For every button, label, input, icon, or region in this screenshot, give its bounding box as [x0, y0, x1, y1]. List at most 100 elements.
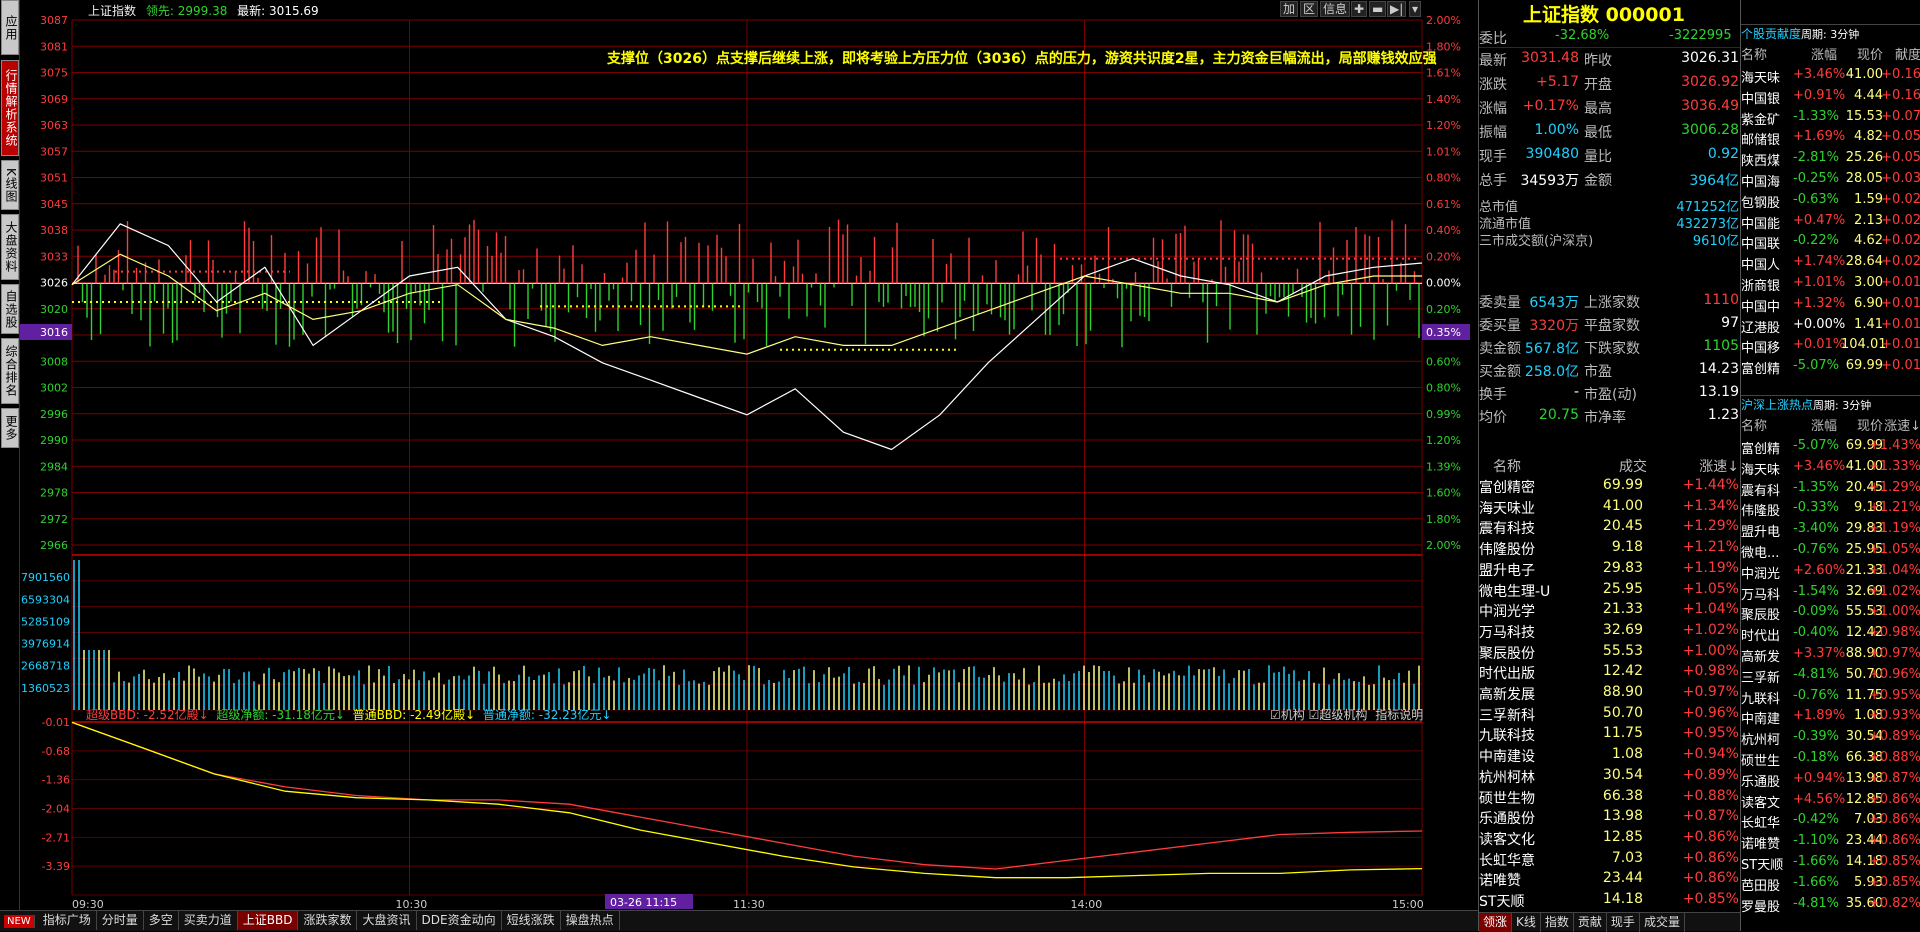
stock-row[interactable]: 读客文化 12.85 +0.86%: [1479, 829, 1741, 849]
table-row[interactable]: 中国能 +0.47% 2.13 +0.02: [1741, 213, 1920, 234]
stock-row[interactable]: 硕世生物 66.38 +0.88%: [1479, 788, 1741, 808]
left-tab-2[interactable]: K线图: [1, 160, 19, 210]
table-row[interactable]: 硕世生 -0.18% 66.38 +0.88%: [1741, 750, 1920, 771]
stock-row[interactable]: 九联科技 11.75 +0.95%: [1479, 725, 1741, 745]
stock-row[interactable]: 微电生理-U 25.95 +1.05%: [1479, 581, 1741, 601]
table-row[interactable]: 富创精 -5.07% 69.99 +1.43%: [1741, 438, 1920, 459]
table-row[interactable]: 中国人 +1.74% 28.64 +0.02: [1741, 254, 1920, 275]
bottom-tab-4[interactable]: 上证BBD: [237, 911, 299, 930]
stock-row[interactable]: 中润光学 21.33 +1.04%: [1479, 601, 1741, 621]
table-row[interactable]: 中国银 +0.91% 4.44 +0.16: [1741, 88, 1920, 109]
table-row[interactable]: 时代出 -0.40% 12.42 +0.98%: [1741, 625, 1920, 646]
bottom-tab-1[interactable]: 分时量: [97, 911, 144, 930]
left-tab-6[interactable]: 更多: [1, 408, 19, 448]
table-row[interactable]: 中国海 -0.25% 28.05 +0.03: [1741, 171, 1920, 192]
stock-row[interactable]: 盟升电子 29.83 +1.19%: [1479, 560, 1741, 580]
bottom-tab-2[interactable]: 多空: [144, 911, 179, 930]
left-tab-1[interactable]: 行情解析系统: [1, 60, 19, 156]
zoom-out-icon[interactable]: ▬: [1369, 1, 1387, 17]
bottom-tab-8[interactable]: 短线涨跌: [502, 911, 561, 930]
table-row[interactable]: 杭州柯 -0.39% 30.54 +0.89%: [1741, 729, 1920, 750]
table-row[interactable]: 读客文 +4.56% 12.85 +0.86%: [1741, 792, 1920, 813]
table-row[interactable]: 中润光 +2.60% 21.33 +1.04%: [1741, 563, 1920, 584]
info-button[interactable]: 信息: [1320, 1, 1351, 17]
next-icon[interactable]: ▶|: [1387, 1, 1407, 17]
left-tab-3[interactable]: 大盘资料: [1, 214, 19, 280]
table-row[interactable]: 中国中 +1.32% 6.90 +0.01: [1741, 296, 1920, 317]
table-row[interactable]: 乐通股 +0.94% 13.98 +0.87%: [1741, 771, 1920, 792]
add-button[interactable]: 加: [1280, 1, 1299, 17]
table-row[interactable]: ST天顺 -1.66% 14.18 +0.85%: [1741, 854, 1920, 875]
intraday-chart-svg[interactable]: 3087 3081 3075 3069 3063 3057 3051 3045 3038 3033…: [20, 0, 1478, 910]
header-speed[interactable]: 涨速↓: [1699, 456, 1739, 476]
stock-row[interactable]: ST天顺 14.18 +0.85%: [1479, 891, 1741, 911]
quote-tab-4[interactable]: 现手: [1607, 913, 1640, 932]
super-institution-checkbox[interactable]: ☑: [1309, 708, 1320, 722]
stock-row[interactable]: 聚辰股份 55.53 +1.00%: [1479, 643, 1741, 663]
table-row[interactable]: 海天味 +3.46% 41.00 +1.33%: [1741, 459, 1920, 480]
stock-row[interactable]: 三孚新科 50.70 +0.96%: [1479, 705, 1741, 725]
table-row[interactable]: 陕西煤 -2.81% 25.26 +0.05: [1741, 150, 1920, 171]
stock-row[interactable]: 伟隆股份 9.18 +1.21%: [1479, 539, 1741, 559]
table-row[interactable]: 包钢股 -0.63% 1.59 +0.02: [1741, 192, 1920, 213]
table-row[interactable]: 中国联 -0.22% 4.62 +0.02: [1741, 233, 1920, 254]
stock-row[interactable]: 杭州柯林 30.54 +0.89%: [1479, 767, 1741, 787]
table-row[interactable]: 震有科 -1.35% 20.45 +1.29%: [1741, 480, 1920, 501]
dropdown-icon[interactable]: ▾: [1409, 1, 1422, 17]
bottom-tab-9[interactable]: 操盘热点: [561, 911, 620, 930]
stock-row[interactable]: 震有科技 20.45 +1.29%: [1479, 518, 1741, 538]
table-row[interactable]: 九联科 -0.76% 11.75 +0.95%: [1741, 688, 1920, 709]
table-row[interactable]: 盟升电 -3.40% 29.83 +1.19%: [1741, 521, 1920, 542]
quote-tab-2[interactable]: 指数: [1541, 913, 1574, 932]
bottom-tab-6[interactable]: 大盘资讯: [357, 911, 417, 930]
table-row[interactable]: 中国移 +0.01% 104.01 +0.01: [1741, 337, 1920, 358]
quote-tab-0[interactable]: 领涨: [1479, 913, 1513, 932]
row-name: 诺唯赞: [1741, 837, 1781, 853]
institution-checkbox[interactable]: ☑: [1270, 708, 1281, 722]
table-row[interactable]: 紫金矿 -1.33% 15.53 +0.07: [1741, 109, 1920, 130]
bottom-tab-0[interactable]: 指标广场: [38, 911, 97, 930]
table-row[interactable]: 邮储银 +1.69% 4.82 +0.05: [1741, 129, 1920, 150]
bottom-tab-5[interactable]: 涨跌家数: [298, 911, 358, 930]
table-row[interactable]: 富创精 -5.07% 69.99 +0.01: [1741, 358, 1920, 379]
stock-row[interactable]: 时代出版 12.42 +0.98%: [1479, 663, 1741, 683]
table-row[interactable]: 罗曼股 -4.81% 35.60 +0.82%: [1741, 896, 1920, 917]
table-row[interactable]: 聚辰股 -0.09% 55.53 +1.00%: [1741, 604, 1920, 625]
indicator-help-link[interactable]: 指标说明: [1375, 708, 1423, 722]
region-button[interactable]: 区: [1300, 1, 1319, 17]
table-row[interactable]: 浙商银 +1.01% 3.00 +0.01: [1741, 275, 1920, 296]
table-row[interactable]: 芭田股 -1.66% 5.93 +0.85%: [1741, 875, 1920, 896]
table-row[interactable]: 中南建 +1.89% 1.08 +0.93%: [1741, 708, 1920, 729]
left-tab-0[interactable]: 应用: [1, 0, 19, 55]
table-row[interactable]: 诺唯赞 -1.10% 23.44 +0.86%: [1741, 833, 1920, 854]
quote-tab-3[interactable]: 贡献: [1574, 913, 1607, 932]
stock-row[interactable]: 中南建设 1.08 +0.94%: [1479, 746, 1741, 766]
table-row[interactable]: 三孚新 -4.81% 50.70 +0.96%: [1741, 667, 1920, 688]
period-select[interactable]: 周期: 3分钟: [1813, 399, 1871, 412]
table-row[interactable]: 长虹华 -0.42% 7.03 +0.86%: [1741, 812, 1920, 833]
table-row[interactable]: 海天味 +3.46% 41.00 +0.16: [1741, 67, 1920, 88]
left-tab-4[interactable]: 自选股: [1, 284, 19, 334]
stock-row[interactable]: 高新发展 88.90 +0.97%: [1479, 684, 1741, 704]
stock-speed: +0.85%: [1682, 891, 1739, 907]
stock-row[interactable]: 海天味业 41.00 +1.34%: [1479, 498, 1741, 518]
table-row[interactable]: 伟隆股 -0.33% 9.18 +1.21%: [1741, 500, 1920, 521]
period-select[interactable]: 周期: 3分钟: [1801, 28, 1859, 41]
left-tab-5[interactable]: 综合排名: [1, 338, 19, 404]
stock-row[interactable]: 长虹华意 7.03 +0.86%: [1479, 850, 1741, 870]
intraday-chart-area[interactable]: 3087 3081 3075 3069 3063 3057 3051 3045 3038 3033…: [20, 0, 1478, 910]
bottom-tab-3[interactable]: 买卖力道: [179, 911, 238, 930]
bottom-tab-7[interactable]: DDE资金动向: [417, 911, 502, 930]
quote-tab-5[interactable]: 成交量: [1640, 913, 1685, 932]
row-pct: -1.66%: [1793, 874, 1839, 890]
stock-row[interactable]: 万马科技 32.69 +1.02%: [1479, 622, 1741, 642]
table-row[interactable]: 微电... -0.76% 25.95 +1.05%: [1741, 542, 1920, 563]
table-row[interactable]: 万马科 -1.54% 32.69 +1.02%: [1741, 584, 1920, 605]
stock-row[interactable]: 富创精密 69.99 +1.44%: [1479, 477, 1741, 497]
table-row[interactable]: 高新发 +3.37% 88.90 +0.97%: [1741, 646, 1920, 667]
quote-tab-1[interactable]: K线: [1512, 913, 1541, 932]
stock-row[interactable]: 诺唯赞 23.44 +0.86%: [1479, 870, 1741, 890]
zoom-in-icon[interactable]: ✚: [1351, 1, 1368, 17]
table-row[interactable]: 辽港股 +0.00% 1.41 +0.01: [1741, 317, 1920, 338]
stock-row[interactable]: 乐通股份 13.98 +0.87%: [1479, 808, 1741, 828]
